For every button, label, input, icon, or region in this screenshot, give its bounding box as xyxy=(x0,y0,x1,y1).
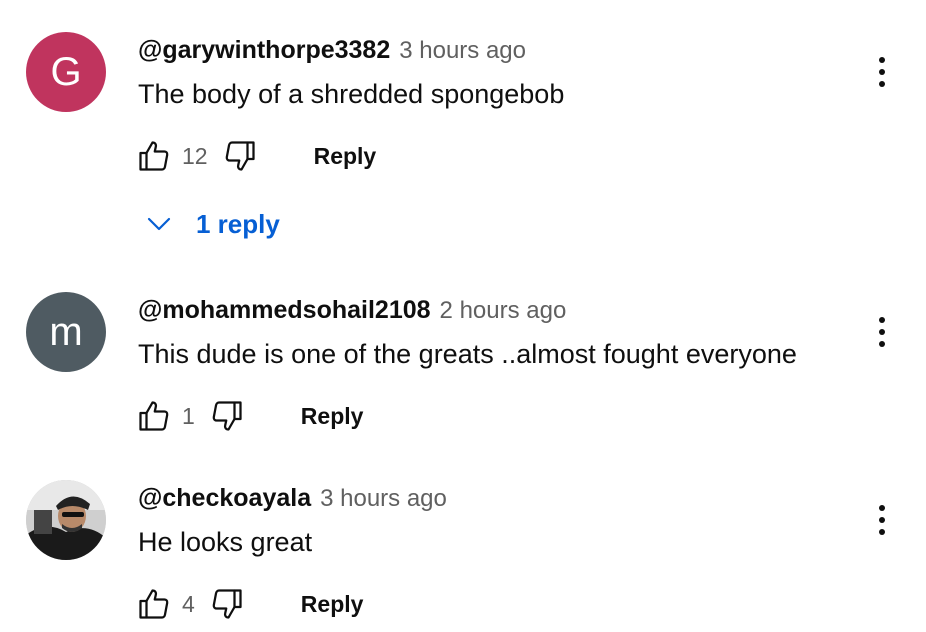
thumbs-up-icon xyxy=(139,401,169,431)
like-count: 1 xyxy=(182,402,195,429)
comment-actions: 4 Reply xyxy=(134,584,363,624)
dislike-button[interactable] xyxy=(220,136,260,176)
chevron-down-icon xyxy=(147,217,171,231)
like-count: 4 xyxy=(182,590,195,617)
comment-text: He looks great xyxy=(138,527,313,557)
avatar-letter: G xyxy=(50,50,82,94)
comment-text: The body of a shredded spongebob xyxy=(138,79,565,109)
comment-author[interactable]: @mohammedsohail2108 xyxy=(138,296,431,325)
comment-menu-button[interactable] xyxy=(864,498,900,542)
comment-author[interactable]: @garywinthorpe3382 xyxy=(138,36,390,65)
like-count: 12 xyxy=(182,142,208,169)
thumbs-down-icon xyxy=(212,589,242,619)
view-replies-button[interactable]: 1 reply xyxy=(146,204,280,244)
thumbs-up-icon xyxy=(139,141,169,171)
comment-header: @garywinthorpe3382 3 hours ago xyxy=(138,36,526,65)
comment-actions: 1 Reply xyxy=(134,396,363,436)
avatar-photo-icon xyxy=(26,480,106,560)
avatar[interactable]: m xyxy=(26,292,106,372)
comment-header: @checkoayala 3 hours ago xyxy=(138,484,447,513)
thumbs-down-icon xyxy=(225,141,255,171)
comment-timestamp[interactable]: 2 hours ago xyxy=(440,297,567,325)
comment-text: This dude is one of the greats ..almost … xyxy=(138,339,797,369)
comment-timestamp[interactable]: 3 hours ago xyxy=(320,485,447,513)
thumbs-down-icon xyxy=(212,401,242,431)
comment-header: @mohammedsohail2108 2 hours ago xyxy=(138,296,566,325)
reply-button[interactable]: Reply xyxy=(314,143,377,170)
comment-menu-button[interactable] xyxy=(864,310,900,354)
reply-button[interactable]: Reply xyxy=(301,591,364,618)
thumbs-up-icon xyxy=(139,589,169,619)
like-button[interactable] xyxy=(134,584,174,624)
like-button[interactable] xyxy=(134,136,174,176)
like-button[interactable] xyxy=(134,396,174,436)
avatar-letter: m xyxy=(49,310,83,354)
replies-count-label: 1 reply xyxy=(196,208,280,239)
dislike-button[interactable] xyxy=(207,396,247,436)
avatar[interactable] xyxy=(26,480,106,560)
more-vertical-icon xyxy=(879,57,885,87)
comment-menu-button[interactable] xyxy=(864,50,900,94)
avatar[interactable]: G xyxy=(26,32,106,112)
reply-button[interactable]: Reply xyxy=(301,403,364,430)
comment-timestamp[interactable]: 3 hours ago xyxy=(399,37,526,65)
more-vertical-icon xyxy=(879,505,885,535)
more-vertical-icon xyxy=(879,317,885,347)
dislike-button[interactable] xyxy=(207,584,247,624)
comment-author[interactable]: @checkoayala xyxy=(138,484,311,513)
comment-actions: 12 Reply xyxy=(134,136,376,176)
